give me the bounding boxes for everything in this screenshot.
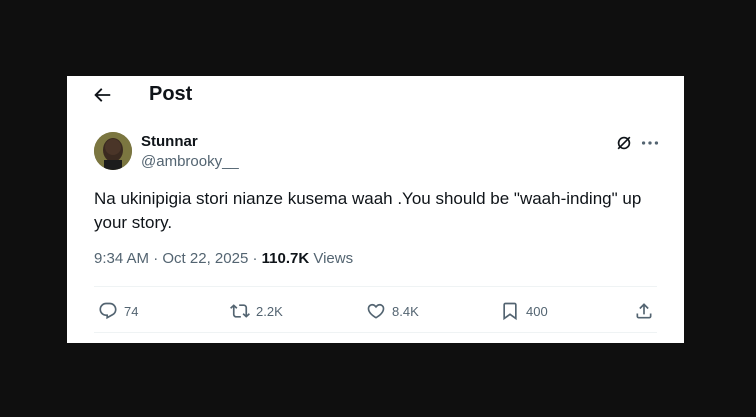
action-bar: 74 2.2K 8.4K 400 [94, 294, 657, 328]
like-count: 8.4K [392, 303, 419, 319]
bookmark-count: 400 [526, 303, 548, 319]
meta-separator: · [153, 250, 159, 267]
bookmark-button[interactable]: 400 [500, 300, 548, 322]
meta-separator: · [252, 250, 258, 267]
divider [94, 332, 657, 333]
divider [94, 286, 657, 287]
reply-button[interactable]: 74 [98, 300, 138, 322]
author-name[interactable]: Stunnar [141, 133, 198, 150]
reply-icon [99, 302, 117, 320]
author-handle[interactable]: @ambrooky__ [141, 153, 239, 170]
like-icon [367, 303, 385, 319]
bookmark-icon [503, 302, 517, 321]
back-arrow-icon[interactable] [91, 84, 113, 106]
tweet-text: Na ukinipigia stori nianze kusema waah .… [94, 189, 642, 232]
repost-button[interactable]: 2.2K [230, 300, 283, 322]
like-button[interactable]: 8.4K [366, 300, 419, 322]
views-count: 110.7K [261, 250, 310, 267]
tweet-date[interactable]: Oct 22, 2025 [162, 250, 248, 267]
share-icon [636, 303, 652, 319]
tweet-time[interactable]: 9:34 AM [94, 250, 149, 267]
tweet-meta: 9:34 AM · Oct 22, 2025 · 110.7K Views [94, 250, 353, 267]
grok-icon[interactable] [614, 133, 634, 153]
reply-count: 74 [124, 303, 139, 319]
repost-icon [230, 304, 250, 318]
views-label: Views [313, 250, 354, 267]
repost-count: 2.2K [256, 303, 283, 319]
share-button[interactable] [634, 300, 654, 322]
avatar[interactable] [94, 132, 132, 170]
post-card: Post Stunnar @ambrooky__ Na ukinipigia s… [67, 76, 684, 343]
more-icon[interactable] [639, 133, 661, 153]
page-title: Post [149, 83, 193, 105]
post-header: Post [67, 76, 684, 114]
